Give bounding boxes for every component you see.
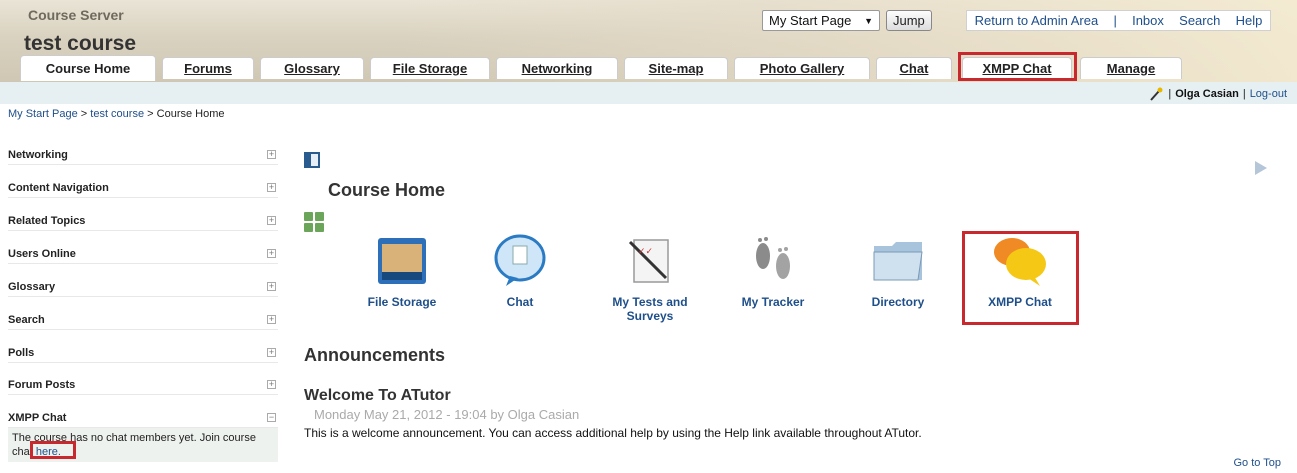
go-to-top-link[interactable]: Go to Top <box>1234 457 1282 469</box>
footprints-icon <box>756 237 790 279</box>
site-name: Course Server <box>28 7 124 23</box>
search-link[interactable]: Search <box>1179 13 1220 28</box>
sidebar-item-label: Glossary <box>8 280 56 293</box>
help-link[interactable]: Help <box>1236 13 1263 28</box>
breadcrumb-sep: > <box>80 108 88 120</box>
tool-label: Chat <box>506 295 534 309</box>
sidebar-item-forum-posts[interactable]: Forum Posts + <box>8 375 278 395</box>
tab-site-map[interactable]: Site-map <box>624 57 728 79</box>
tab-forums[interactable]: Forums <box>162 57 254 79</box>
sidebar-item-label: Search <box>8 313 45 326</box>
tool-label: My Tracker <box>741 295 805 309</box>
tool-directory[interactable]: Directory <box>843 232 953 309</box>
highlight-xmpp-tab <box>958 52 1077 81</box>
chat-bubble-icon <box>494 234 546 286</box>
link-separator: | <box>1113 13 1117 28</box>
sub-bar <box>0 82 1297 104</box>
breadcrumb-current: Course Home <box>156 108 225 120</box>
user-separator: | <box>1168 88 1172 100</box>
sidebar-item-content-navigation[interactable]: Content Navigation + <box>8 178 278 198</box>
user-name: Olga Casian <box>1175 88 1239 100</box>
collapse-icon[interactable]: − <box>267 413 276 422</box>
announcement-body: This is a welcome announcement. You can … <box>304 426 922 440</box>
file-storage-icon <box>378 238 426 284</box>
tests-icon: ✓✓ <box>628 239 669 283</box>
tab-networking[interactable]: Networking <box>496 57 618 79</box>
highlight-here-link <box>30 441 76 459</box>
chevron-down-icon: ▼ <box>864 15 873 26</box>
expand-icon[interactable]: + <box>267 315 276 324</box>
tool-my-tracker[interactable]: My Tracker <box>718 232 828 309</box>
inbox-link[interactable]: Inbox <box>1132 13 1164 28</box>
tool-file-storage[interactable]: File Storage <box>347 232 457 309</box>
tool-label: Directory <box>871 295 925 309</box>
course-title: test course <box>24 32 137 55</box>
tool-my-tests[interactable]: ✓✓ My Tests and Surveys <box>595 232 705 323</box>
expand-icon[interactable]: + <box>267 348 276 357</box>
expand-icon[interactable]: + <box>267 249 276 258</box>
tab-photo-gallery[interactable]: Photo Gallery <box>734 57 870 79</box>
jump-select[interactable]: My Start Page ▼ <box>762 10 880 31</box>
top-links: Return to Admin Area | Inbox Search Help <box>966 10 1271 31</box>
sidebar-item-users-online[interactable]: Users Online + <box>8 244 278 264</box>
magic-wand-icon <box>1150 87 1163 101</box>
tab-course-home[interactable]: Course Home <box>20 55 156 81</box>
logout-link[interactable]: Log-out <box>1250 88 1287 100</box>
breadcrumb-start[interactable]: My Start Page <box>8 108 78 120</box>
sidebar-item-glossary[interactable]: Glossary + <box>8 277 278 297</box>
return-admin-link[interactable]: Return to Admin Area <box>975 13 1099 28</box>
jump-select-value: My Start Page <box>769 13 852 28</box>
tab-glossary[interactable]: Glossary <box>260 57 364 79</box>
tab-file-storage[interactable]: File Storage <box>370 57 490 79</box>
sidebar-item-networking[interactable]: Networking + <box>8 145 278 165</box>
side-menu-toggle-icon[interactable] <box>304 152 320 168</box>
sidebar-item-label: Networking <box>8 148 68 161</box>
sidebar-item-xmpp-chat[interactable]: XMPP Chat − <box>8 408 278 428</box>
svg-text:✓✓: ✓✓ <box>638 247 653 257</box>
expand-icon[interactable]: + <box>267 282 276 291</box>
expand-icon[interactable]: + <box>267 380 276 389</box>
page-title: Course Home <box>328 180 446 200</box>
announcements-heading: Announcements <box>304 345 446 365</box>
jump-box: My Start Page ▼ Jump <box>762 10 932 31</box>
tool-label: File Storage <box>367 295 437 309</box>
highlight-xmpp-tool <box>962 231 1079 325</box>
tab-chat[interactable]: Chat <box>876 57 952 79</box>
sidebar-item-polls[interactable]: Polls + <box>8 343 278 363</box>
jump-button[interactable]: Jump <box>886 10 932 31</box>
sidebar-item-related-topics[interactable]: Related Topics + <box>8 211 278 231</box>
sidebar-item-label: Forum Posts <box>8 378 76 391</box>
user-line: | Olga Casian | Log-out <box>1148 86 1287 102</box>
breadcrumb-sep: > <box>147 108 154 120</box>
sidebar-item-search[interactable]: Search + <box>8 310 278 330</box>
tool-label: My Tests and Surveys <box>612 295 688 323</box>
sidebar-item-label: Polls <box>8 346 35 359</box>
user-separator-2: | <box>1242 88 1246 100</box>
directory-icon <box>873 242 923 281</box>
tool-chat[interactable]: Chat <box>465 232 575 309</box>
announcement-title: Welcome To ATutor <box>304 387 451 404</box>
announcement-date: Monday May 21, 2012 - 19:04 by Olga Casi… <box>314 407 580 422</box>
next-arrow-icon[interactable] <box>1255 161 1267 175</box>
expand-all-icon[interactable] <box>304 212 324 232</box>
sidebar-item-label: Related Topics <box>8 214 86 227</box>
breadcrumb: My Start Page > test course > Course Hom… <box>8 108 225 120</box>
sidebar-item-label: Users Online <box>8 247 76 260</box>
expand-icon[interactable]: + <box>267 183 276 192</box>
breadcrumb-course[interactable]: test course <box>90 108 144 120</box>
expand-icon[interactable]: + <box>267 216 276 225</box>
tab-manage[interactable]: Manage <box>1080 57 1182 79</box>
expand-icon[interactable]: + <box>267 150 276 159</box>
sidebar-item-label: Content Navigation <box>8 181 109 194</box>
sidebar-item-label: XMPP Chat <box>8 411 67 424</box>
